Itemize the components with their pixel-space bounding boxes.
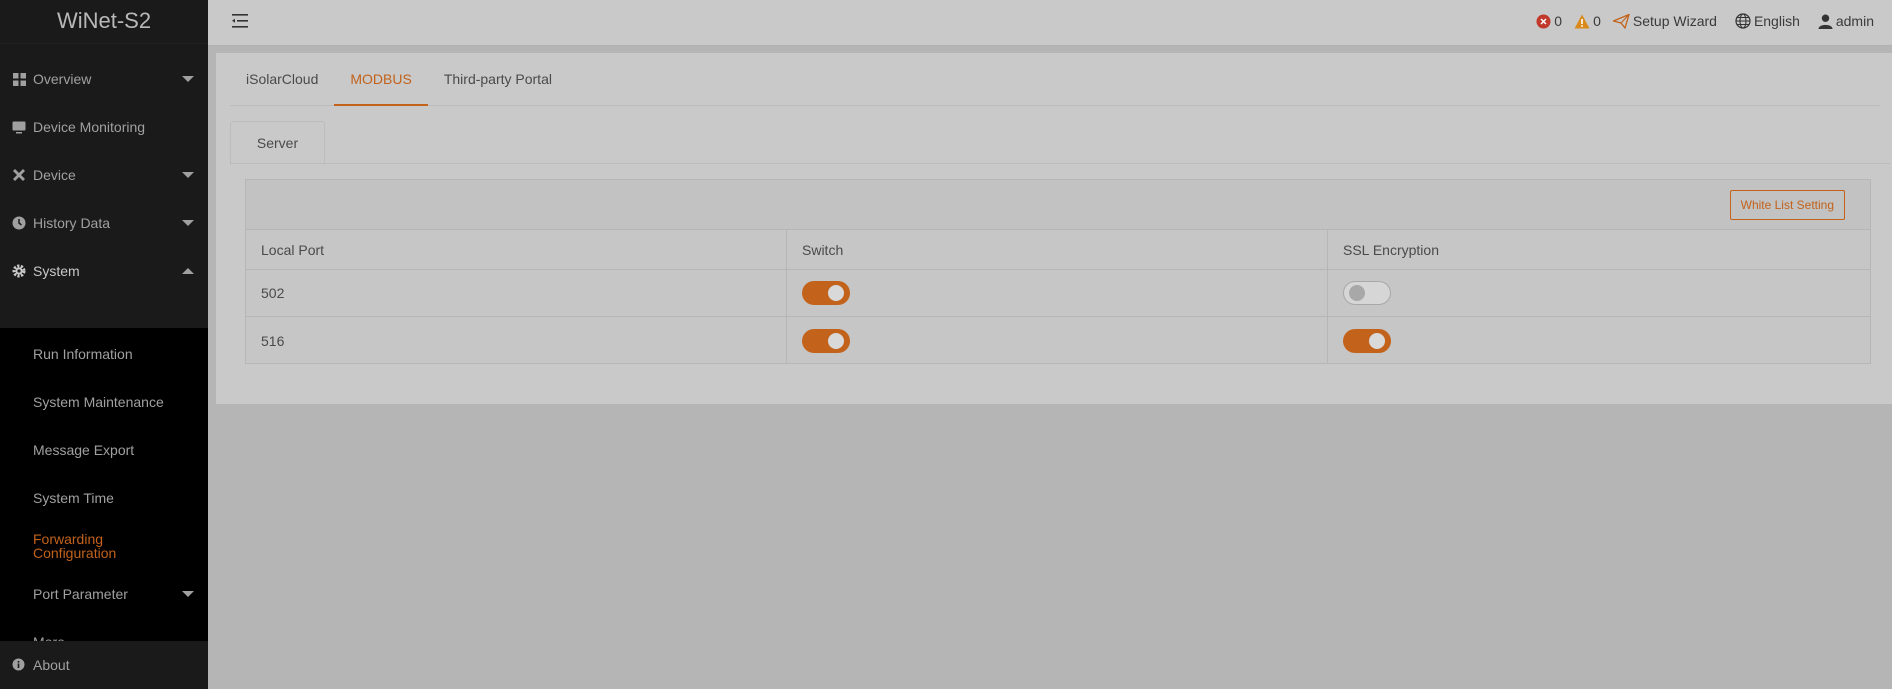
local-port-value: 516 — [246, 317, 787, 364]
setup-wizard-label: Setup Wizard — [1632, 13, 1717, 29]
chevron-up-icon — [182, 268, 194, 274]
sidebar-item-device-monitoring[interactable]: Device Monitoring — [0, 103, 208, 151]
chevron-down-icon — [182, 172, 194, 178]
sidebar-item-label: About — [33, 657, 70, 673]
sidebar-item-system[interactable]: System — [0, 247, 208, 295]
ssl-encryption-toggle[interactable] — [1343, 328, 1391, 353]
setup-wizard-link[interactable]: Setup Wizard — [1612, 13, 1717, 29]
submenu-item-port-parameter[interactable]: Port Parameter — [0, 570, 208, 618]
language-label: English — [1753, 13, 1800, 29]
warning-indicator[interactable]: 0 — [1574, 13, 1601, 29]
toggle-knob — [1369, 332, 1385, 349]
paper-plane-icon — [1612, 13, 1630, 29]
sidebar-item-label: History Data — [33, 215, 111, 231]
chevron-down-icon — [182, 76, 194, 82]
submenu-item-label: System Time — [33, 490, 114, 506]
tab-modbus[interactable]: MODBUS — [334, 52, 429, 106]
main-menu: Overview Device Monitoring Device Histor… — [0, 44, 208, 328]
column-header-switch: Switch — [787, 230, 1328, 269]
switch-toggle[interactable] — [802, 328, 850, 353]
gear-icon — [12, 264, 26, 278]
user-icon — [1818, 14, 1833, 29]
submenu-item-label: Port Parameter — [33, 586, 128, 602]
table-row: 502 — [246, 270, 1870, 317]
switch-toggle[interactable] — [802, 281, 850, 305]
tools-icon — [12, 168, 26, 182]
sidebar-item-overview[interactable]: Overview — [0, 55, 208, 103]
info-icon — [12, 658, 26, 672]
submenu-item-label: System Maintenance — [33, 394, 164, 410]
ssl-encryption-toggle[interactable] — [1343, 281, 1391, 305]
sidebar-item-label: Device — [33, 167, 76, 183]
user-menu[interactable]: admin — [1818, 13, 1874, 29]
error-icon — [1536, 14, 1551, 28]
chevron-down-icon — [182, 220, 194, 226]
warning-count: 0 — [1593, 13, 1601, 29]
sidebar-item-about[interactable]: About — [0, 641, 208, 689]
column-header-ssl-encryption: SSL Encryption — [1343, 241, 1439, 258]
table-header-row: Local Port Switch SSL Encryption — [246, 230, 1870, 270]
tab-isolarcloud[interactable]: iSolarCloud — [230, 52, 334, 105]
submenu-item-label: Forwarding Configuration — [33, 531, 117, 561]
submenu-item-forwarding-configuration[interactable]: Forwarding Configuration — [0, 522, 208, 570]
server-table: White List Setting Local Port Switch SSL… — [245, 179, 1871, 364]
subtab-bar: Server — [230, 121, 1890, 165]
submenu-item-label: Run Information — [33, 346, 133, 362]
sidebar-item-label: Device Monitoring — [33, 119, 146, 135]
sidebar-item-history-data[interactable]: History Data — [0, 199, 208, 247]
user-name: admin — [1835, 13, 1874, 29]
top-header: 0 0 Setup Wizard English admin — [208, 0, 1892, 46]
tab-bar: iSolarCloud MODBUS Third-party Portal — [230, 53, 1880, 106]
toggle-knob — [828, 285, 844, 301]
brand-title: WiNet-S2 — [0, 0, 208, 44]
switch-cell — [787, 270, 1328, 316]
monitor-icon — [12, 120, 26, 134]
error-count: 0 — [1554, 13, 1563, 29]
grid-icon — [12, 72, 26, 86]
toggle-knob — [1349, 285, 1365, 301]
tab-third-party-portal[interactable]: Third-party Portal — [428, 52, 568, 105]
warning-icon — [1574, 14, 1590, 28]
local-port-value: 502 — [246, 270, 787, 316]
content-panel: iSolarCloud MODBUS Third-party Portal Se… — [216, 53, 1892, 404]
clock-icon — [12, 216, 26, 230]
header-actions: 0 0 Setup Wizard English admin — [1524, 0, 1874, 42]
submenu-item-message-export[interactable]: Message Export — [0, 426, 208, 474]
submenu-item-run-information[interactable]: Run Information — [0, 330, 208, 378]
white-list-setting-button[interactable]: White List Setting — [1729, 190, 1845, 220]
submenu-item-system-maintenance[interactable]: System Maintenance — [0, 378, 208, 426]
chevron-down-icon — [182, 591, 194, 597]
sidebar: WiNet-S2 Overview Device Monitoring Devi… — [0, 0, 208, 689]
globe-icon — [1735, 13, 1751, 29]
error-indicator[interactable]: 0 — [1536, 13, 1562, 29]
toggle-knob — [828, 332, 844, 349]
system-submenu: Run Information System Maintenance Messa… — [0, 328, 208, 666]
switch-cell — [787, 317, 1328, 364]
table-row: 516 — [246, 317, 1870, 364]
menu-toggle-icon[interactable] — [232, 14, 248, 28]
submenu-item-system-time[interactable]: System Time — [0, 474, 208, 522]
submenu-item-label: Message Export — [33, 442, 135, 458]
column-header-local-port: Local Port — [246, 230, 787, 269]
table-toolbar: White List Setting — [246, 180, 1870, 230]
ssl-cell — [1328, 270, 1870, 316]
sidebar-item-label: System — [33, 263, 80, 279]
language-selector[interactable]: English — [1735, 13, 1800, 29]
subtab-server[interactable]: Server — [230, 121, 325, 165]
sidebar-item-label: Overview — [33, 71, 92, 87]
sidebar-item-device[interactable]: Device — [0, 151, 208, 199]
ssl-cell — [1328, 317, 1870, 364]
